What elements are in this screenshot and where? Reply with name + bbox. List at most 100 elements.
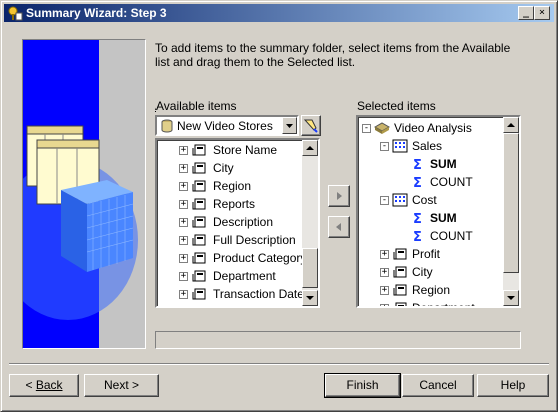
help-button[interactable]: Help <box>477 374 549 397</box>
available-item-label: Full Description <box>213 233 296 247</box>
scroll-thumb[interactable] <box>302 248 318 288</box>
selected-items-tree[interactable]: - Video Analysis - Sales Σ SUM Σ COUNT - Cost Σ SUM… <box>356 115 521 308</box>
back-arrow: < <box>25 378 36 392</box>
svg-text:Σ: Σ <box>413 230 422 243</box>
arrow-left-icon <box>336 223 341 231</box>
available-item-label: Department <box>213 269 276 283</box>
scroll-up-button[interactable] <box>503 117 519 133</box>
selected-item-label: SUM <box>430 157 457 171</box>
available-item-label: Store Name <box>213 143 278 157</box>
expand-icon[interactable]: + <box>179 182 188 191</box>
status-box <box>155 331 521 349</box>
scroll-down-button[interactable] <box>302 290 318 306</box>
available-item-label: Transaction Date <box>213 287 302 301</box>
expand-icon[interactable]: + <box>179 236 188 245</box>
item-icon <box>191 287 207 304</box>
tree-node-icon: Σ <box>410 157 426 174</box>
finish-button[interactable]: Finish <box>324 373 401 398</box>
available-item[interactable]: + Transaction Date <box>157 285 302 303</box>
scroll-down-button[interactable] <box>503 290 519 306</box>
selected-item[interactable]: - Cost <box>358 191 503 209</box>
next-button[interactable]: Next > <box>84 374 159 397</box>
item-icon <box>191 179 207 196</box>
selected-item[interactable]: Σ COUNT <box>358 227 503 245</box>
business-area-dropdown[interactable]: New Video Stores <box>155 115 299 136</box>
item-icon <box>191 269 207 286</box>
illustration-graphic <box>23 40 145 348</box>
expand-icon[interactable]: + <box>380 286 389 295</box>
finish-button-label: Finish <box>346 378 379 392</box>
button-separator <box>9 363 549 365</box>
arrow-up-icon <box>306 146 314 150</box>
dropdown-selected-value: New Video Stores <box>177 119 273 133</box>
available-item[interactable]: + Full Description <box>157 231 302 249</box>
cancel-button[interactable]: Cancel <box>402 374 474 397</box>
selected-item-label: Department <box>412 301 475 306</box>
expand-icon[interactable]: + <box>179 272 188 281</box>
selected-item-label: SUM <box>430 211 457 225</box>
selected-item[interactable]: + Profit <box>358 245 503 263</box>
selected-item-label: COUNT <box>430 175 473 189</box>
item-icon <box>191 197 207 214</box>
selected-item[interactable]: - Sales <box>358 137 503 155</box>
back-button-label: Back <box>35 378 63 392</box>
remove-item-button[interactable] <box>328 216 350 238</box>
available-scrollbar[interactable] <box>302 140 318 306</box>
available-item[interactable]: + Store Name <box>157 141 302 159</box>
available-items-label-text: Available items <box>156 99 237 113</box>
selected-items-label: Selected items <box>357 99 436 113</box>
item-icon <box>191 161 207 178</box>
wizard-window: Summary Wizard: Step 3 _ □ × <box>0 0 558 412</box>
close-button[interactable]: × <box>534 6 550 20</box>
tree-node-icon <box>392 265 408 282</box>
selected-item-label: Sales <box>412 139 443 153</box>
expand-icon[interactable]: + <box>179 290 188 299</box>
tree-node-icon: Σ <box>410 175 426 192</box>
available-item[interactable]: + Region <box>157 177 302 195</box>
expand-icon[interactable]: + <box>179 146 188 155</box>
expand-icon[interactable]: + <box>380 268 389 277</box>
tree-node-icon <box>392 301 408 306</box>
selected-items-label-text: Selected items <box>357 99 436 113</box>
collapse-icon[interactable]: - <box>362 124 371 133</box>
available-items-tree[interactable]: + Store Name + City + Region + Reports + Descript… <box>155 138 320 308</box>
selected-item[interactable]: Σ COUNT <box>358 173 503 191</box>
arrow-down-icon <box>507 296 515 300</box>
collapse-icon[interactable]: - <box>380 142 389 151</box>
selected-item-label: Cost <box>412 193 437 207</box>
selected-item[interactable]: Σ SUM <box>358 209 503 227</box>
minimize-button[interactable]: _ <box>518 6 534 20</box>
available-item[interactable]: + <box>157 303 302 306</box>
available-item-label: Product Category <box>213 251 302 265</box>
add-item-button[interactable] <box>328 185 350 207</box>
selected-item-root[interactable]: - Video Analysis <box>358 119 503 137</box>
title-bar[interactable]: Summary Wizard: Step 3 _ □ <box>4 4 554 22</box>
expand-icon[interactable]: + <box>380 304 389 306</box>
available-item[interactable]: + Reports <box>157 195 302 213</box>
expand-icon[interactable]: + <box>380 250 389 259</box>
collapse-icon[interactable]: - <box>380 196 389 205</box>
available-item[interactable]: + Description <box>157 213 302 231</box>
available-item[interactable]: + Product Category <box>157 249 302 267</box>
available-item-label: Region <box>213 179 252 193</box>
scroll-up-button[interactable] <box>302 140 318 156</box>
close-icon: × <box>538 7 546 18</box>
expand-icon[interactable]: + <box>179 164 188 173</box>
selected-item[interactable]: + City <box>358 263 503 281</box>
expand-icon[interactable]: + <box>179 218 188 227</box>
selected-item[interactable]: + Department <box>358 299 503 306</box>
dropdown-arrow-button[interactable] <box>282 117 297 134</box>
expand-icon[interactable]: + <box>179 200 188 209</box>
available-item[interactable]: + Department <box>157 267 302 285</box>
wizard-app-icon <box>8 6 23 21</box>
selected-scrollbar[interactable] <box>503 117 519 306</box>
selected-item[interactable]: Σ SUM <box>358 155 503 173</box>
expand-icon[interactable]: + <box>179 254 188 263</box>
scroll-thumb[interactable] <box>503 133 519 273</box>
item-icon <box>191 233 207 250</box>
next-button-label: Next <box>103 378 129 392</box>
selected-item[interactable]: + Region <box>358 281 503 299</box>
back-button[interactable]: < Back <box>9 374 79 397</box>
find-items-button[interactable] <box>301 115 321 136</box>
available-item[interactable]: + City <box>157 159 302 177</box>
